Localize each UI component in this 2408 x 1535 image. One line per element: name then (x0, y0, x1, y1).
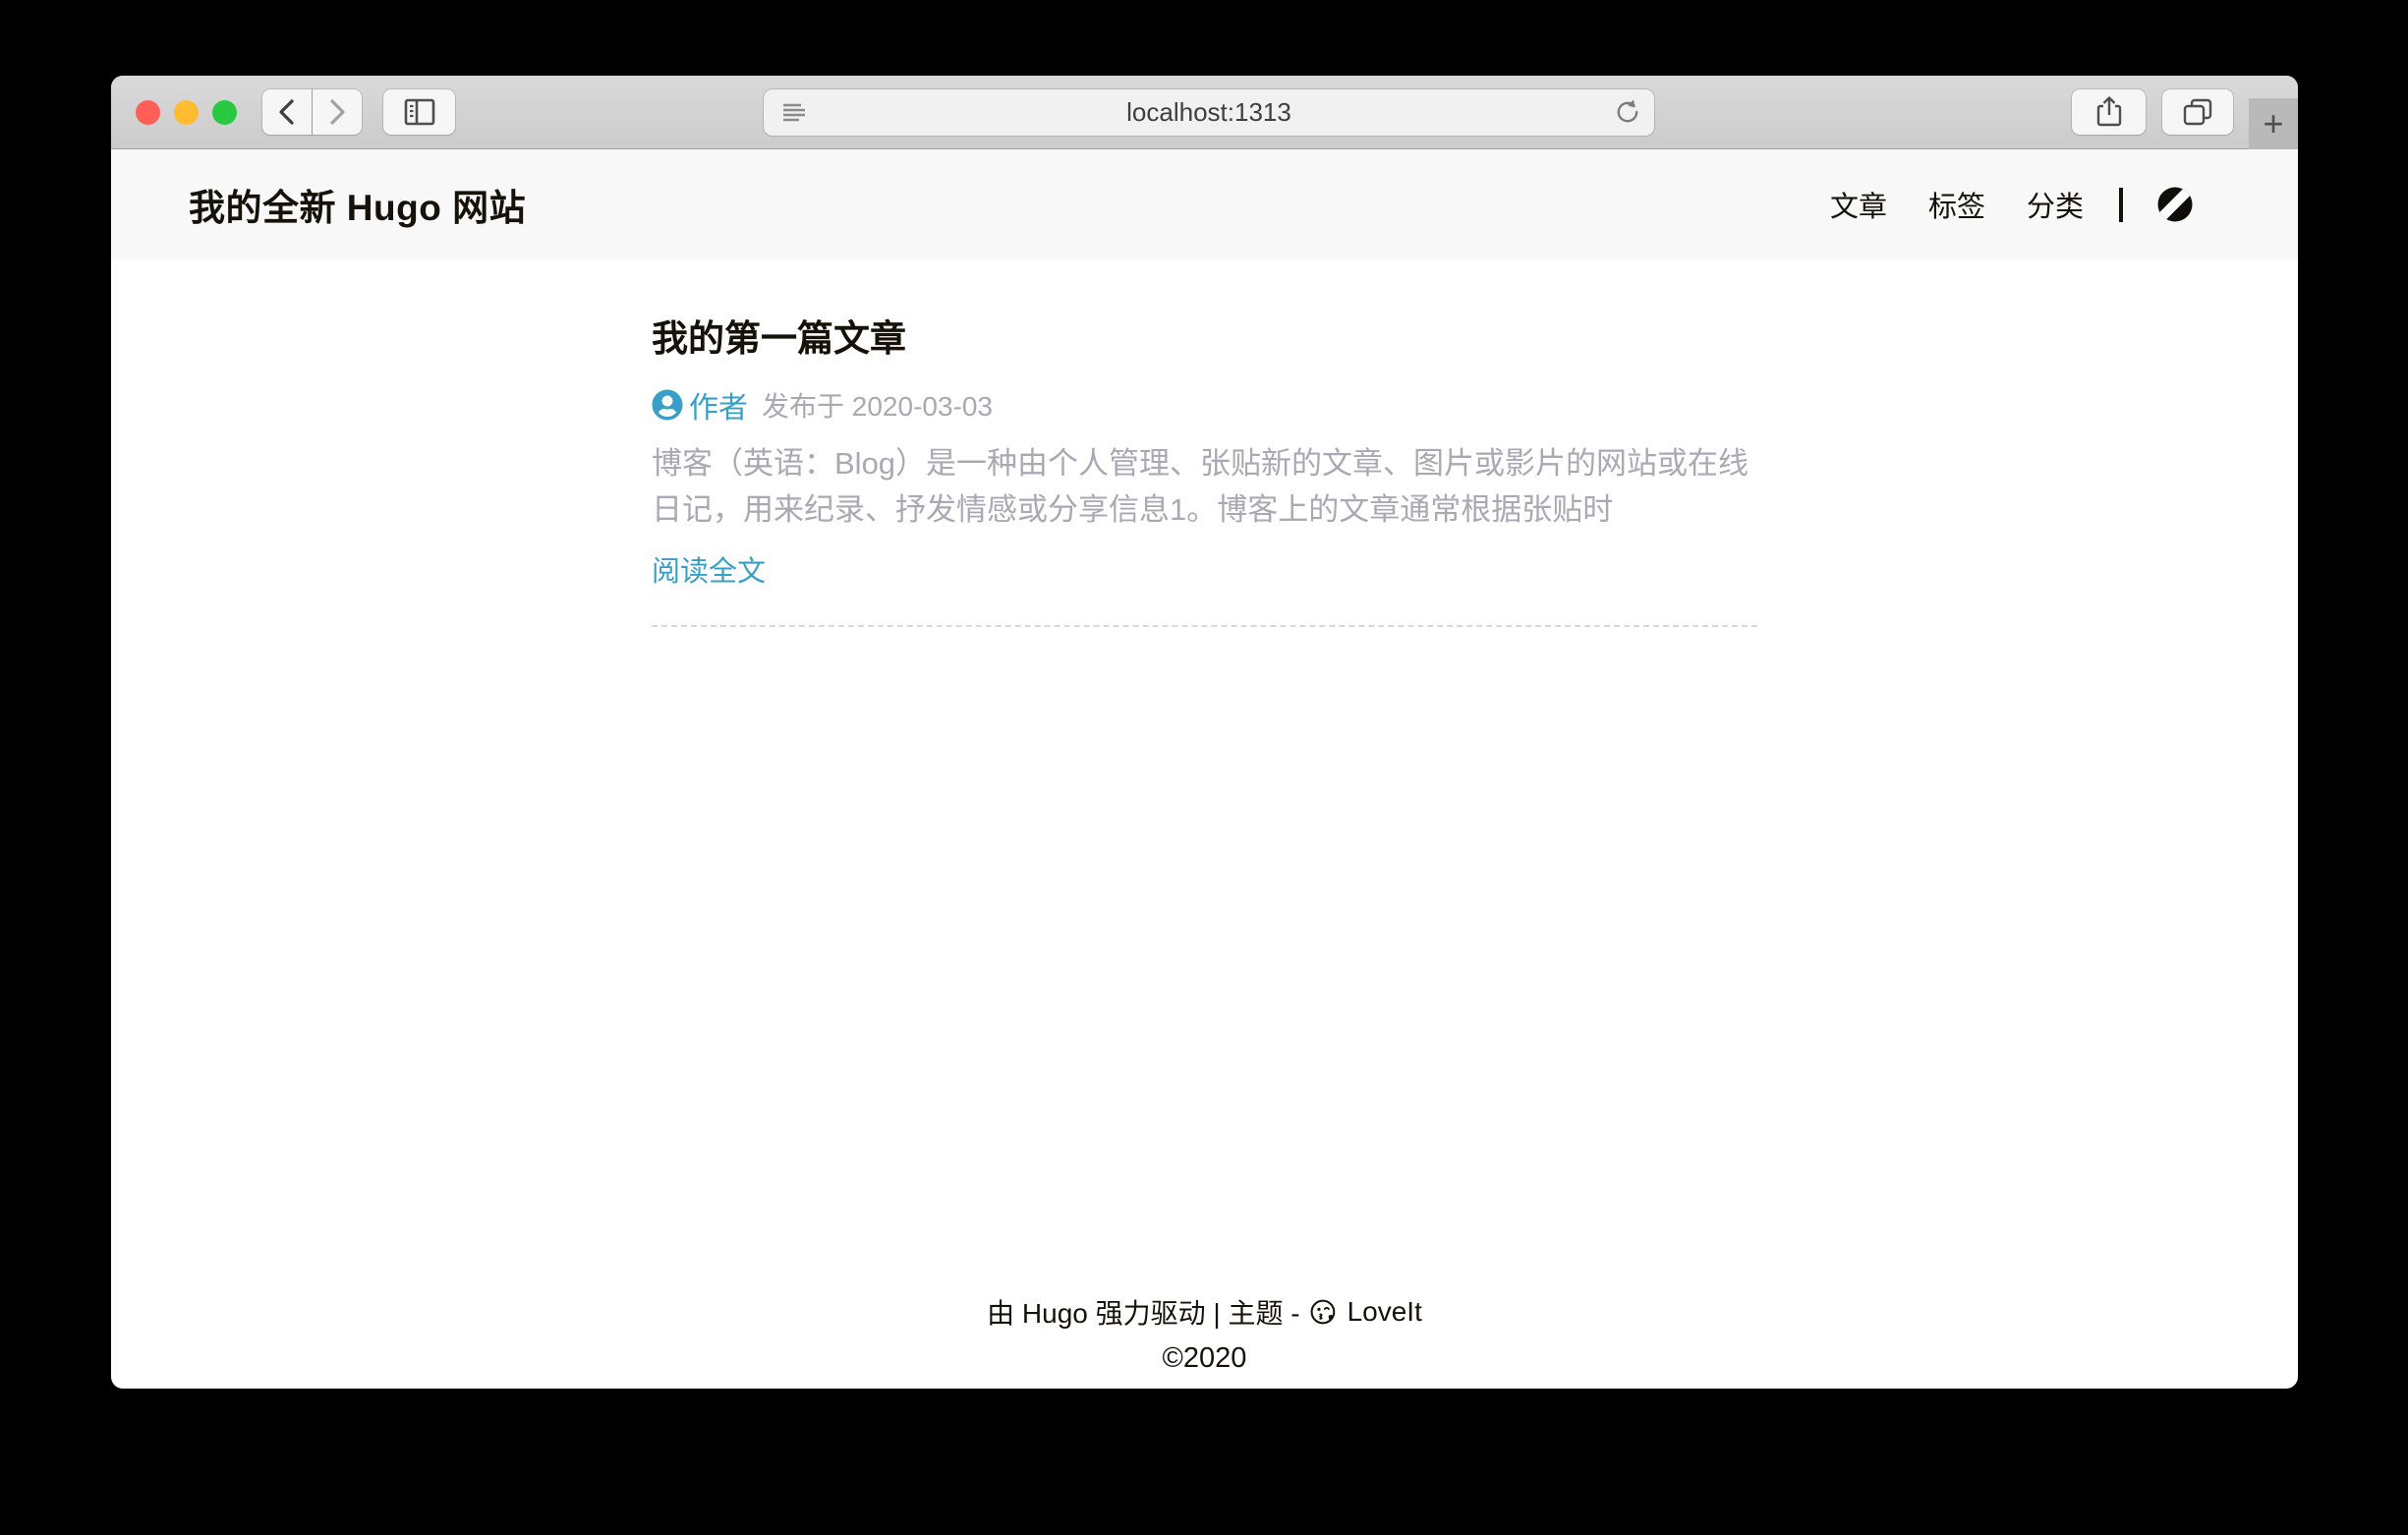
post-title-link[interactable]: 我的第一篇文章 (652, 309, 1757, 362)
forward-chevron-icon (324, 97, 350, 127)
footer-powered-line: 由 Hugo 强力驱动 | 主题 - LoveIt (111, 1292, 2298, 1332)
post-excerpt: 博客（英语：Blog）是一种由个人管理、张贴新的文章、图片或影片的网站或在线日记… (652, 440, 1757, 533)
reload-icon[interactable] (1613, 98, 1642, 128)
share-button[interactable] (2072, 89, 2146, 135)
address-bar-url[interactable]: localhost:1313 (1126, 97, 1291, 128)
read-more-link[interactable]: 阅读全文 (652, 548, 766, 590)
back-button[interactable] (262, 89, 312, 135)
close-window-button[interactable] (136, 100, 160, 125)
nav-divider (2119, 188, 2123, 222)
site-nav: 文章 标签 分类 (1789, 184, 2194, 225)
plus-icon: + (2263, 103, 2283, 144)
nav-item-categories[interactable]: 分类 (2027, 184, 2084, 225)
address-bar[interactable]: localhost:1313 (764, 89, 1654, 136)
reader-view-icon[interactable] (779, 100, 809, 126)
minimize-window-button[interactable] (174, 100, 199, 125)
nav-item-tags[interactable]: 标签 (1928, 184, 1985, 225)
site-title[interactable]: 我的全新 Hugo 网站 (189, 178, 526, 231)
browser-toolbar: localhost:1313 (111, 76, 2298, 149)
new-tab-button[interactable]: + (2249, 98, 2298, 149)
post-published-date: 发布于 2020-03-03 (762, 385, 993, 425)
theme-toggle-icon[interactable] (2156, 186, 2194, 223)
site-header: 我的全新 Hugo 网站 文章 标签 分类 (111, 149, 2298, 259)
share-icon (2094, 95, 2124, 129)
author-avatar-icon (652, 389, 683, 421)
post-summary-card: 我的第一篇文章 作者 发布于 2020-03-03 博客（英语：Blog）是一种… (652, 259, 1757, 627)
forward-button[interactable] (313, 89, 362, 135)
footer-copyright: ©2020 (111, 1342, 2298, 1375)
author-link[interactable]: 作者 (689, 383, 748, 426)
zoom-window-button[interactable] (212, 100, 237, 125)
sidebar-icon (402, 96, 437, 128)
browser-window: localhost:1313 (111, 76, 2298, 1389)
tabs-icon (2181, 96, 2214, 128)
back-chevron-icon (274, 97, 300, 127)
tab-overview-button[interactable] (2162, 89, 2233, 135)
footer-theme-link[interactable]: LoveIt (1347, 1296, 1422, 1328)
sidebar-toggle-button[interactable] (383, 89, 455, 135)
kiss-wink-heart-icon (1309, 1297, 1339, 1327)
main-content: 我的第一篇文章 作者 发布于 2020-03-03 博客（英语：Blog）是一种… (111, 259, 2298, 1292)
post-divider (652, 625, 1757, 627)
nav-item-posts[interactable]: 文章 (1830, 184, 1887, 225)
post-meta: 作者 发布于 2020-03-03 (652, 383, 1757, 426)
footer-powered-text: 由 Hugo 强力驱动 | 主题 - (987, 1292, 1299, 1332)
site-footer: 由 Hugo 强力驱动 | 主题 - LoveIt ©2020 (111, 1292, 2298, 1389)
